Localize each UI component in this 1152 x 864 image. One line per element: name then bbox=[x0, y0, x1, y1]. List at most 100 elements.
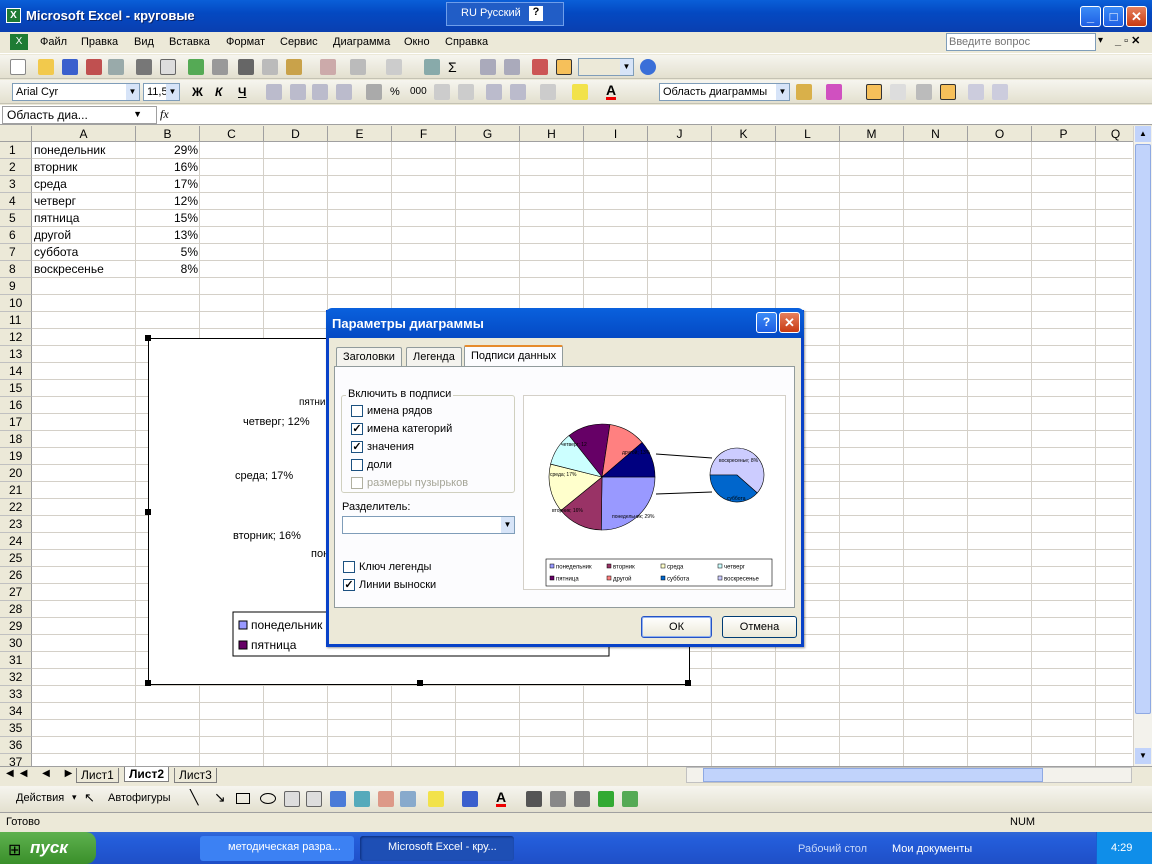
menu-window[interactable]: Окно bbox=[404, 36, 430, 48]
column-header-g[interactable]: G bbox=[456, 126, 520, 142]
menu-view[interactable]: Вид bbox=[134, 36, 154, 48]
row-header-15[interactable]: 15 bbox=[0, 380, 32, 397]
sheet-tab-1[interactable]: Лист1 bbox=[76, 768, 119, 783]
resize-handle[interactable] bbox=[685, 680, 691, 686]
row-header-18[interactable]: 18 bbox=[0, 431, 32, 448]
dialog-help-button[interactable]: ? bbox=[756, 312, 777, 333]
copy-icon[interactable] bbox=[262, 59, 278, 75]
vertical-scrollbar[interactable]: ▲ ▼ bbox=[1133, 126, 1152, 766]
select-pointer-icon[interactable]: ↖ bbox=[84, 790, 95, 806]
research-icon[interactable] bbox=[212, 59, 228, 75]
thousands-icon[interactable]: 000 bbox=[410, 86, 427, 97]
cut-icon[interactable] bbox=[238, 59, 254, 75]
row-header-30[interactable]: 30 bbox=[0, 635, 32, 652]
row-header-26[interactable]: 26 bbox=[0, 567, 32, 584]
row-header-16[interactable]: 16 bbox=[0, 397, 32, 414]
cell-a7[interactable]: суббота bbox=[34, 244, 78, 261]
drawing-toggle-icon[interactable] bbox=[556, 59, 572, 75]
series-name-checkbox[interactable] bbox=[351, 405, 363, 417]
arrow-icon[interactable]: ↘ bbox=[214, 789, 226, 806]
row-header-23[interactable]: 23 bbox=[0, 516, 32, 533]
print-icon[interactable] bbox=[136, 59, 152, 75]
column-header-k[interactable]: K bbox=[712, 126, 776, 142]
legend-icon[interactable] bbox=[866, 84, 882, 100]
resize-handle[interactable] bbox=[145, 680, 151, 686]
resize-handle[interactable] bbox=[145, 335, 151, 341]
font-name-combo[interactable]: Arial Cyr ▼ bbox=[12, 83, 140, 101]
format-chart-area-icon[interactable] bbox=[796, 84, 812, 100]
help-circle-icon[interactable] bbox=[640, 59, 656, 75]
row-header-27[interactable]: 27 bbox=[0, 584, 32, 601]
wordart-icon[interactable] bbox=[330, 791, 346, 807]
line-icon[interactable]: ╲ bbox=[190, 789, 198, 806]
row-header-32[interactable]: 32 bbox=[0, 669, 32, 686]
menu-chart[interactable]: Диаграмма bbox=[333, 36, 390, 48]
row-header-17[interactable]: 17 bbox=[0, 414, 32, 431]
row-header-21[interactable]: 21 bbox=[0, 482, 32, 499]
oval-icon[interactable] bbox=[260, 793, 276, 804]
font-color-draw-icon[interactable]: A bbox=[496, 790, 507, 807]
row-header-29[interactable]: 29 bbox=[0, 618, 32, 635]
underline-button[interactable]: Ч bbox=[238, 85, 246, 99]
row-header-31[interactable]: 31 bbox=[0, 652, 32, 669]
my-documents-toolbar[interactable]: Мои документы bbox=[892, 843, 972, 855]
chevron-down-icon[interactable]: ▼ bbox=[133, 109, 142, 119]
value-checkbox[interactable]: ✓ bbox=[351, 441, 363, 453]
cell-b6[interactable]: 13% bbox=[136, 227, 198, 244]
picture-icon[interactable] bbox=[400, 791, 416, 807]
category-name-checkbox[interactable]: ✓ bbox=[351, 423, 363, 435]
dialog-close-button[interactable]: ✕ bbox=[779, 312, 800, 333]
cell-b8[interactable]: 8% bbox=[136, 261, 198, 278]
scroll-down-icon[interactable]: ▼ bbox=[1135, 748, 1151, 764]
column-header-c[interactable]: C bbox=[200, 126, 264, 142]
tab-legend[interactable]: Легенда bbox=[406, 347, 462, 367]
diagram-icon[interactable] bbox=[354, 791, 370, 807]
close-button[interactable]: ✕ bbox=[1126, 6, 1147, 27]
column-header-h[interactable]: H bbox=[520, 126, 584, 142]
resize-handle[interactable] bbox=[417, 680, 423, 686]
percent-icon[interactable]: % bbox=[390, 86, 400, 98]
cell-b5[interactable]: 15% bbox=[136, 210, 198, 227]
column-header-b[interactable]: B bbox=[136, 126, 200, 142]
arrow-style-icon[interactable] bbox=[574, 791, 590, 807]
name-box[interactable]: Область диа... ▼ bbox=[2, 106, 157, 124]
chevron-down-icon[interactable]: ▾ bbox=[72, 792, 77, 803]
permission-icon[interactable] bbox=[86, 59, 102, 75]
line-style-icon[interactable] bbox=[526, 791, 542, 807]
autoshapes-menu[interactable]: Автофигуры bbox=[108, 792, 171, 804]
font-color-icon[interactable]: A bbox=[606, 83, 617, 100]
cell-a2[interactable]: вторник bbox=[34, 159, 77, 176]
column-header-l[interactable]: L bbox=[776, 126, 840, 142]
chart-objects-combo[interactable]: Область диаграммы ▼ bbox=[659, 83, 790, 101]
maximize-button[interactable]: □ bbox=[1103, 6, 1124, 27]
restore-doc-icon[interactable]: _ ▫ ✕ bbox=[1115, 34, 1140, 47]
currency-icon[interactable] bbox=[366, 84, 382, 100]
italic-button[interactable]: К bbox=[215, 85, 222, 99]
column-header-e[interactable]: E bbox=[328, 126, 392, 142]
legend-key-checkbox[interactable] bbox=[343, 561, 355, 573]
column-header-q[interactable]: Q bbox=[1096, 126, 1133, 142]
textbox-icon[interactable] bbox=[284, 791, 300, 807]
row-header-14[interactable]: 14 bbox=[0, 363, 32, 380]
dash-style-icon[interactable] bbox=[550, 791, 566, 807]
cell-b3[interactable]: 17% bbox=[136, 176, 198, 193]
fx-icon[interactable]: fx bbox=[160, 107, 169, 122]
language-bar[interactable]: RU Русский ? bbox=[446, 2, 564, 26]
autosum-icon[interactable]: Σ bbox=[448, 59, 464, 75]
sort-desc-icon[interactable] bbox=[504, 59, 520, 75]
row-header-24[interactable]: 24 bbox=[0, 533, 32, 550]
cell-a4[interactable]: четверг bbox=[34, 193, 76, 210]
minimize-button[interactable]: _ bbox=[1080, 6, 1101, 27]
column-header-p[interactable]: P bbox=[1032, 126, 1096, 142]
row-header-10[interactable]: 10 bbox=[0, 295, 32, 312]
scroll-up-icon[interactable]: ▲ bbox=[1135, 126, 1151, 142]
decrease-decimal-icon[interactable] bbox=[458, 84, 474, 100]
menu-edit[interactable]: Правка bbox=[81, 36, 118, 48]
row-header-22[interactable]: 22 bbox=[0, 499, 32, 516]
align-left-icon[interactable] bbox=[266, 84, 282, 100]
tab-titles[interactable]: Заголовки bbox=[336, 347, 402, 367]
tab-data-labels[interactable]: Подписи данных bbox=[464, 345, 564, 368]
rectangle-icon[interactable] bbox=[236, 793, 250, 804]
chart-type-icon[interactable] bbox=[826, 84, 842, 100]
row-header-20[interactable]: 20 bbox=[0, 465, 32, 482]
